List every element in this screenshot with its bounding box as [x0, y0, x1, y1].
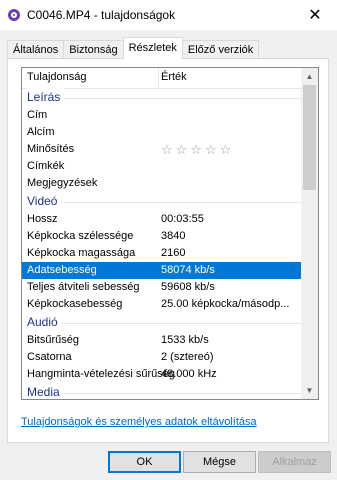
- vertical-scrollbar[interactable]: ▲ ▼: [301, 68, 318, 399]
- ok-button[interactable]: OK: [108, 451, 181, 473]
- group-audio: Audió: [22, 313, 302, 332]
- list-item[interactable]: Hangminta-vételezési sűrűség 48.000 kHz: [22, 366, 302, 383]
- scroll-up-arrow-icon[interactable]: ▲: [301, 68, 318, 85]
- tab-general[interactable]: Általános: [7, 40, 65, 59]
- list-item[interactable]: Teljes átviteli sebesség 59608 kb/s: [22, 279, 302, 296]
- list-item-selected[interactable]: Adatsebesség 58074 kb/s: [22, 262, 302, 279]
- properties-list[interactable]: Tulajdonság Érték Leírás Cím Alcím Minős…: [21, 67, 319, 400]
- list-item[interactable]: Cím: [22, 107, 302, 124]
- list-item[interactable]: Alcím: [22, 124, 302, 141]
- tab-strip: Általános Biztonság Részletek Előző verz…: [7, 37, 260, 59]
- list-item[interactable]: Csatorna 2 (sztereó): [22, 349, 302, 366]
- list-item[interactable]: Képkocka szélessége 3840: [22, 228, 302, 245]
- group-video: Videó: [22, 192, 302, 211]
- group-media: Media: [22, 383, 302, 399]
- rating-stars[interactable]: ☆☆☆☆☆: [161, 141, 301, 158]
- list-item[interactable]: Megjegyzések: [22, 175, 302, 192]
- details-panel: Tulajdonság Érték Leírás Cím Alcím Minős…: [7, 58, 329, 443]
- media-file-icon: [8, 9, 20, 21]
- scrollbar-thumb[interactable]: [303, 85, 316, 190]
- close-button[interactable]: ✕: [293, 0, 337, 30]
- scroll-down-arrow-icon[interactable]: ▼: [301, 382, 318, 399]
- column-header-value[interactable]: Érték: [161, 71, 187, 83]
- window-title: C0046.MP4 - tulajdonságok: [27, 8, 176, 22]
- list-item[interactable]: Bitsűrűség 1533 kb/s: [22, 332, 302, 349]
- list-item[interactable]: Címkék: [22, 158, 302, 175]
- tab-previous-versions[interactable]: Előző verziók: [181, 40, 260, 59]
- list-item[interactable]: Hossz 00:03:55: [22, 211, 302, 228]
- tab-security[interactable]: Biztonság: [63, 40, 124, 59]
- remove-properties-link[interactable]: Tulajdonságok és személyes adatok eltávo…: [21, 416, 257, 428]
- column-header-property[interactable]: Tulajdonság: [27, 71, 87, 83]
- group-description: Leírás: [22, 88, 302, 107]
- list-item[interactable]: Képkockasebesség 25.00 képkocka/másodp..…: [22, 296, 302, 313]
- cancel-button[interactable]: Mégse: [183, 451, 256, 473]
- list-header: Tulajdonság Érték: [22, 68, 302, 89]
- tab-details[interactable]: Részletek: [122, 37, 183, 59]
- apply-button[interactable]: Alkalmaz: [258, 451, 331, 473]
- list-item[interactable]: Minősítés ☆☆☆☆☆: [22, 141, 302, 158]
- title-bar: C0046.MP4 - tulajdonságok ✕: [0, 0, 337, 30]
- column-divider[interactable]: [158, 68, 159, 88]
- list-item[interactable]: Képkocka magassága 2160: [22, 245, 302, 262]
